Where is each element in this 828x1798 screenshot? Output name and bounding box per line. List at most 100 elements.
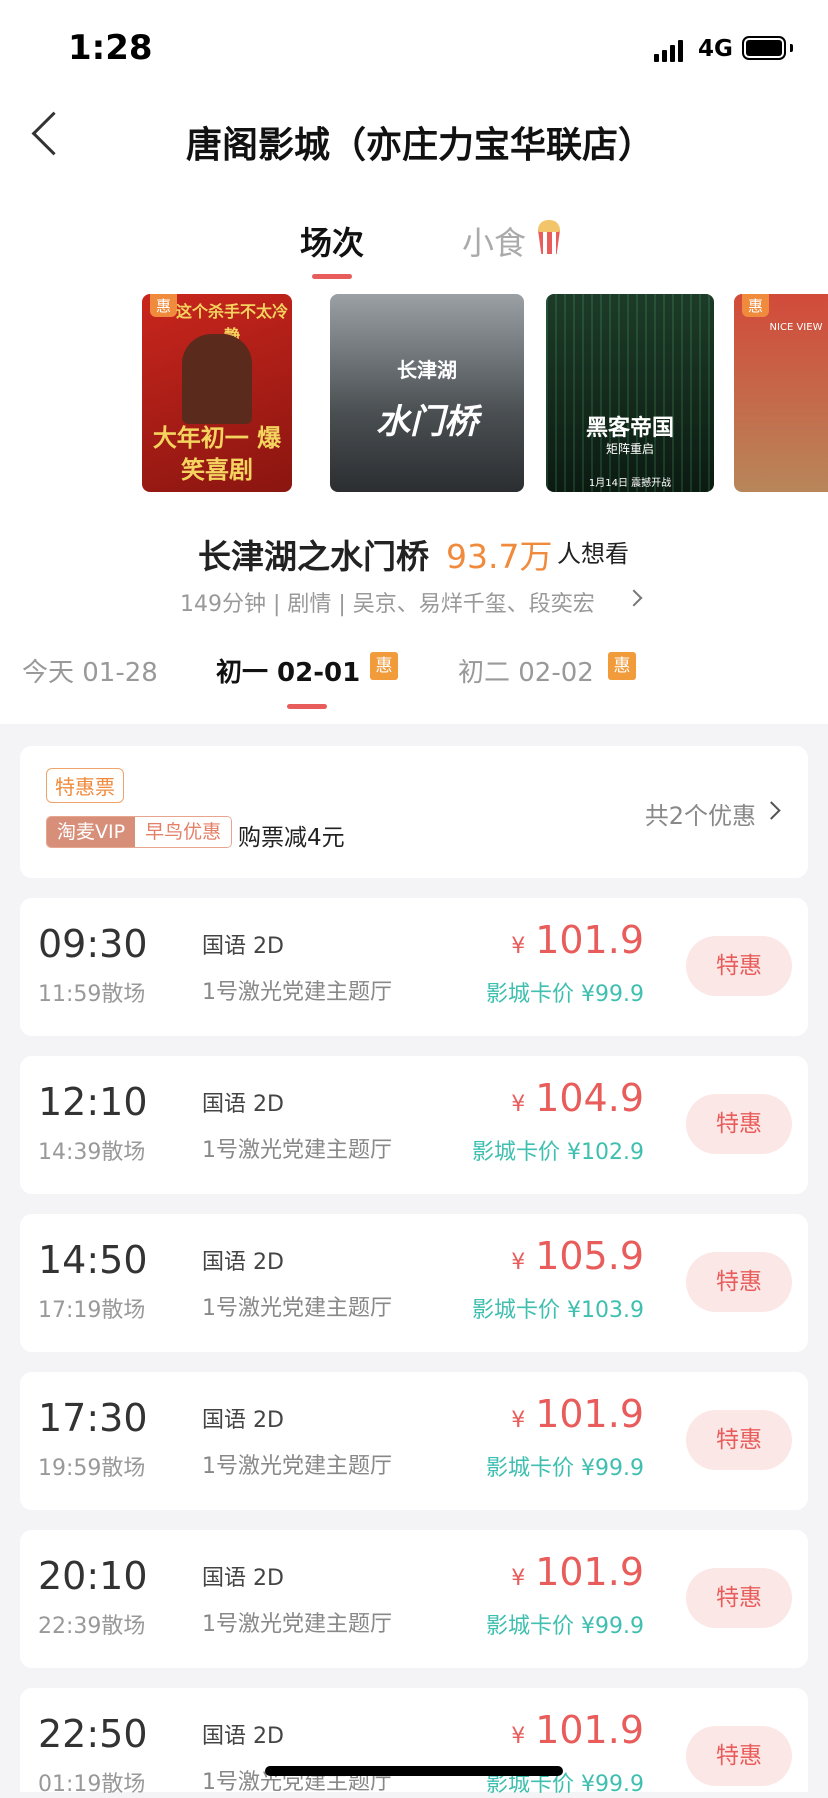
offer-text: 购票减4元 — [238, 825, 345, 851]
language-format: 国语 2D — [202, 1724, 284, 1749]
showtime-card[interactable]: 09:30 11:59散场 国语 2D 1号激光党建主题厅 ¥101.9 影城卡… — [20, 898, 808, 1036]
poster-date: 1月14日 震撼开战 — [588, 478, 672, 489]
currency: ¥ — [511, 1566, 526, 1591]
price-value: 101.9 — [535, 1708, 644, 1752]
date-tab-0201[interactable]: 初一 02-01 — [216, 652, 360, 689]
currency: ¥ — [511, 1408, 526, 1433]
discount-badge: 惠 — [370, 652, 398, 680]
date-tab-today[interactable]: 今天 01-28 — [22, 652, 158, 689]
early-bird-label: 早鸟优惠 — [135, 817, 232, 847]
price-value: 105.9 — [535, 1234, 644, 1278]
date-tab-0202[interactable]: 初二 02-02 — [458, 652, 594, 689]
poster-caption: 大年初一 爆笑喜剧 — [152, 424, 282, 484]
offer-label: 特惠票 — [46, 768, 124, 803]
page-title: 唐阁影城（亦庄力宝华联店） — [185, 125, 654, 166]
end-time: 19:59散场 — [38, 1456, 146, 1481]
offer-count[interactable]: 共2个优惠 — [645, 796, 756, 831]
date-active-indicator — [287, 704, 327, 709]
want-count: 93.7万 — [446, 537, 553, 576]
tab-sessions[interactable]: 场次 — [300, 218, 364, 264]
price-value: 101.9 — [535, 1550, 644, 1594]
price: ¥101.9 — [511, 1550, 644, 1594]
price-value: 101.9 — [535, 918, 644, 962]
price-value: 101.9 — [535, 1392, 644, 1436]
status-time: 1:28 — [68, 28, 153, 68]
chevron-right-icon — [762, 801, 781, 820]
movie-info[interactable]: 149分钟 | 剧情 | 吴京、易烊千玺、段奕宏 — [180, 586, 595, 618]
discount-badge: 惠 — [608, 652, 636, 680]
price-value: 104.9 — [535, 1076, 644, 1120]
poster-figure — [182, 334, 252, 424]
poster-caption: 水门桥 — [376, 402, 478, 442]
end-time: 11:59散场 — [38, 982, 146, 1007]
end-time: 17:19散场 — [38, 1298, 146, 1323]
poster-1[interactable]: 惠 这个杀手不太冷静 大年初一 爆笑喜剧 — [142, 294, 292, 492]
start-time: 22:50 — [38, 1712, 148, 1756]
language-format: 国语 2D — [202, 1408, 284, 1433]
buy-button[interactable]: 特惠 — [686, 1410, 792, 1470]
hall-name: 1号激光党建主题厅 — [202, 980, 392, 1005]
hall-name: 1号激光党建主题厅 — [202, 1454, 392, 1479]
language-format: 国语 2D — [202, 934, 284, 959]
buy-button[interactable]: 特惠 — [686, 936, 792, 996]
start-time: 12:10 — [38, 1080, 148, 1124]
buy-button[interactable]: 特惠 — [686, 1726, 792, 1786]
currency: ¥ — [511, 1250, 526, 1275]
network-label: 4G — [698, 36, 733, 62]
battery-cap — [790, 44, 793, 52]
currency: ¥ — [511, 1724, 526, 1749]
poster-title: 长津湖 — [397, 358, 457, 382]
poster-pattern — [546, 294, 714, 492]
vip-label: 淘麦VIP — [47, 817, 136, 847]
currency: ¥ — [511, 934, 526, 959]
language-format: 国语 2D — [202, 1092, 284, 1117]
start-time: 20:10 — [38, 1554, 148, 1598]
card-price: 影城卡价 ¥99.9 — [486, 1456, 644, 1481]
tab-active-indicator — [312, 274, 352, 279]
hall-name: 1号激光党建主题厅 — [202, 1612, 392, 1637]
poster-badge: 惠 — [742, 294, 770, 317]
card-price: 影城卡价 ¥99.9 — [486, 982, 644, 1007]
poster-subtitle: 矩阵重启 — [605, 442, 654, 456]
offer-card[interactable]: 特惠票 淘麦VIP 早鸟优惠 购票减4元 共2个优惠 — [20, 746, 808, 878]
price: ¥104.9 — [511, 1076, 644, 1120]
want-label: 人想看 — [557, 540, 629, 568]
buy-button[interactable]: 特惠 — [686, 1252, 792, 1312]
hall-name: 1号激光党建主题厅 — [202, 1138, 392, 1163]
language-format: 国语 2D — [202, 1566, 284, 1591]
start-time: 17:30 — [38, 1396, 148, 1440]
price: ¥101.9 — [511, 918, 644, 962]
poster-title: NICE VIEW — [769, 322, 823, 333]
showtime-card[interactable]: 20:10 22:39散场 国语 2D 1号激光党建主题厅 ¥101.9 影城卡… — [20, 1530, 808, 1668]
poster-title: 黑客帝国 — [585, 416, 674, 441]
popcorn-icon — [536, 220, 562, 256]
end-time: 01:19散场 — [38, 1772, 146, 1797]
price: ¥101.9 — [511, 1392, 644, 1436]
buy-button[interactable]: 特惠 — [686, 1568, 792, 1628]
showtime-card[interactable]: 14:50 17:19散场 国语 2D 1号激光党建主题厅 ¥105.9 影城卡… — [20, 1214, 808, 1352]
poster-3[interactable]: 黑客帝国 矩阵重启 1月14日 震撼开战 — [546, 294, 714, 492]
signal-icon — [654, 38, 686, 62]
start-time: 09:30 — [38, 922, 148, 966]
home-indicator — [265, 1766, 563, 1776]
poster-2[interactable]: 长津湖 水门桥 — [330, 294, 524, 492]
price: ¥101.9 — [511, 1708, 644, 1752]
price: ¥105.9 — [511, 1234, 644, 1278]
currency: ¥ — [511, 1092, 526, 1117]
showtime-card[interactable]: 12:10 14:39散场 国语 2D 1号激光党建主题厅 ¥104.9 影城卡… — [20, 1056, 808, 1194]
battery-icon — [742, 36, 786, 60]
hall-name: 1号激光党建主题厅 — [202, 1296, 392, 1321]
card-price: 影城卡价 ¥102.9 — [472, 1140, 644, 1165]
showtime-card[interactable]: 22:50 01:19散场 国语 2D 1号激光党建主题厅 ¥101.9 影城卡… — [20, 1688, 808, 1797]
buy-button[interactable]: 特惠 — [686, 1094, 792, 1154]
vip-tag: 淘麦VIP 早鸟优惠 — [46, 816, 233, 848]
movie-title: 长津湖之水门桥 — [198, 537, 429, 576]
end-time: 22:39散场 — [38, 1614, 146, 1639]
language-format: 国语 2D — [202, 1250, 284, 1275]
showtime-card[interactable]: 17:30 19:59散场 国语 2D 1号激光党建主题厅 ¥101.9 影城卡… — [20, 1372, 808, 1510]
card-price: 影城卡价 ¥103.9 — [472, 1298, 644, 1323]
tab-snacks[interactable]: 小食 — [462, 218, 526, 264]
end-time: 14:39散场 — [38, 1140, 146, 1165]
poster-4[interactable]: 惠 NICE VIEW — [734, 294, 828, 492]
card-price: 影城卡价 ¥99.9 — [486, 1614, 644, 1639]
